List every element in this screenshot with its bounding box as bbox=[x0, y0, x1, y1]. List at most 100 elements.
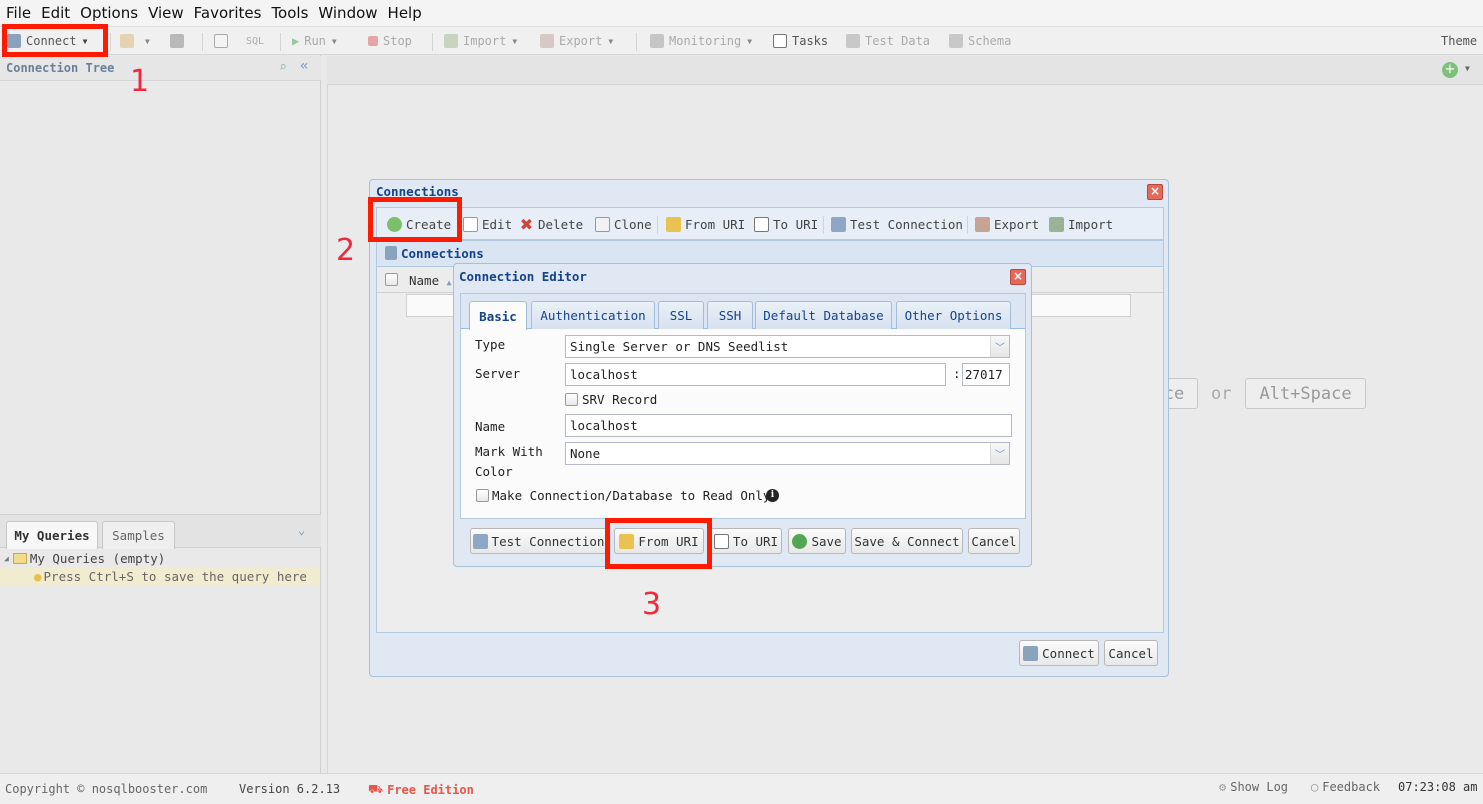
chevron-down-icon: ▼ bbox=[145, 36, 150, 46]
export-icon bbox=[540, 34, 554, 48]
editor-tab-bar: Basic Authentication SSL SSH Default Dat… bbox=[461, 294, 1025, 330]
log-icon: ⚙ bbox=[1219, 780, 1227, 794]
to-uri-button[interactable]: To URI bbox=[754, 215, 818, 233]
search-icon[interactable]: ⌕ bbox=[279, 60, 287, 75]
checkmark-icon bbox=[792, 533, 808, 549]
menu-tools[interactable]: Tools bbox=[271, 4, 308, 22]
tab-default-database-label: Default Database bbox=[763, 308, 884, 323]
port-input[interactable]: 27017 bbox=[962, 363, 1010, 386]
chevron-down-icon: ▼ bbox=[608, 36, 614, 46]
shortcut-key-alt-space: Alt+Space bbox=[1245, 378, 1366, 409]
tasks-label: Tasks bbox=[792, 34, 829, 48]
export-label: Export bbox=[994, 216, 1040, 232]
save-button[interactable]: Save bbox=[788, 528, 846, 554]
menu-options[interactable]: Options bbox=[80, 4, 138, 22]
type-select-value: Single Server or DNS Seedlist bbox=[570, 339, 789, 354]
tab-samples[interactable]: Samples bbox=[102, 521, 175, 549]
menu-help[interactable]: Help bbox=[388, 4, 422, 22]
test-data-label: Test Data bbox=[865, 34, 931, 48]
close-icon[interactable]: × bbox=[1147, 184, 1163, 200]
connect-label: Connect bbox=[1042, 645, 1095, 661]
cancel-button[interactable]: Cancel bbox=[968, 528, 1020, 554]
chevron-down-icon[interactable]: ▼ bbox=[1465, 64, 1470, 73]
tab-basic[interactable]: Basic bbox=[469, 301, 527, 330]
clone-button[interactable]: Clone bbox=[595, 215, 652, 233]
expand-down-icon[interactable]: ⌄ bbox=[298, 523, 305, 537]
read-only-label: Make Connection/Database to Read Only bbox=[492, 488, 771, 503]
tab-ssh[interactable]: SSH bbox=[707, 301, 753, 329]
collapse-left-icon[interactable]: « bbox=[300, 58, 308, 74]
show-log-button[interactable]: ⚙ Show Log bbox=[1219, 780, 1288, 794]
menu-file[interactable]: File bbox=[6, 4, 31, 22]
menu-favorites[interactable]: Favorites bbox=[194, 4, 262, 22]
schema-button[interactable]: Schema bbox=[949, 32, 1011, 50]
chevron-down-icon: ▼ bbox=[331, 36, 337, 46]
tab-default-database[interactable]: Default Database bbox=[755, 301, 892, 329]
stop-label: Stop bbox=[383, 34, 412, 48]
close-icon[interactable]: × bbox=[1010, 269, 1026, 285]
srv-record-label: SRV Record bbox=[582, 392, 658, 407]
menu-window[interactable]: Window bbox=[318, 4, 377, 22]
type-select[interactable]: Single Server or DNS Seedlist ﹀ bbox=[565, 335, 1010, 358]
menu-bar: File Edit Options View Favorites Tools W… bbox=[0, 0, 1483, 26]
server-input[interactable]: localhost bbox=[565, 363, 946, 386]
test-connection-icon bbox=[472, 533, 488, 549]
column-name-header[interactable]: Name ▲ bbox=[409, 273, 451, 288]
save-icon bbox=[170, 34, 184, 48]
run-button[interactable]: ▶ Run ▼ bbox=[292, 32, 337, 50]
feedback-button[interactable]: ◯ Feedback bbox=[1311, 780, 1380, 794]
export-button[interactable]: Export ▼ bbox=[540, 32, 613, 50]
edit-button[interactable]: Edit bbox=[463, 215, 512, 233]
theme-button[interactable]: Theme bbox=[1441, 32, 1477, 50]
info-icon[interactable]: i bbox=[766, 489, 779, 502]
from-uri-button[interactable]: From URI bbox=[666, 215, 745, 233]
connect-button[interactable]: Connect bbox=[1019, 640, 1099, 666]
monitoring-button[interactable]: Monitoring ▼ bbox=[650, 32, 752, 50]
test-data-button[interactable]: Test Data bbox=[846, 32, 930, 50]
stop-button[interactable]: Stop bbox=[368, 32, 412, 50]
toolbar-separator bbox=[657, 216, 658, 234]
tree-node-my-queries[interactable]: ◢ My Queries (empty) bbox=[4, 549, 165, 567]
menu-edit[interactable]: Edit bbox=[41, 4, 70, 22]
monitoring-label: Monitoring bbox=[669, 34, 742, 48]
menu-view[interactable]: View bbox=[148, 4, 184, 22]
toolbar-separator bbox=[967, 216, 968, 234]
tasks-button[interactable]: Tasks bbox=[773, 32, 828, 50]
tab-authentication[interactable]: Authentication bbox=[531, 301, 655, 329]
tab-ssl[interactable]: SSL bbox=[658, 301, 704, 329]
sql-button[interactable]: SQL bbox=[246, 32, 264, 50]
delete-button[interactable]: ✖ Delete bbox=[519, 215, 583, 233]
test-connection-button[interactable]: Test Connection bbox=[831, 215, 963, 233]
tab-my-queries[interactable]: My Queries bbox=[6, 521, 98, 549]
srv-record-checkbox[interactable] bbox=[565, 393, 578, 406]
test-connection-button[interactable]: Test Connection bbox=[470, 528, 607, 554]
save-connect-button[interactable]: Save & Connect bbox=[851, 528, 963, 554]
tab-other-options[interactable]: Other Options bbox=[896, 301, 1011, 329]
sort-asc-icon: ▲ bbox=[446, 278, 452, 287]
terminal-button[interactable] bbox=[214, 32, 233, 50]
open-shell-button[interactable]: ▼ bbox=[120, 32, 150, 50]
to-uri-label: To URI bbox=[773, 216, 819, 232]
terminal-icon bbox=[214, 34, 228, 48]
chevron-down-icon: ﹀ bbox=[990, 443, 1009, 464]
import-connections-button[interactable]: Import bbox=[1049, 215, 1113, 233]
cancel-button[interactable]: Cancel bbox=[1104, 640, 1158, 666]
select-all-checkbox[interactable] bbox=[385, 273, 398, 286]
toolbar-separator bbox=[110, 33, 111, 51]
tab-my-queries-label: My Queries bbox=[14, 528, 90, 543]
save-button[interactable] bbox=[170, 32, 189, 50]
test-connection-label: Test Connection bbox=[850, 216, 963, 232]
export-connections-button[interactable]: Export bbox=[975, 215, 1039, 233]
export-label: Export bbox=[559, 34, 603, 48]
read-only-checkbox[interactable] bbox=[476, 489, 489, 502]
connection-editor-body: Basic Authentication SSL SSH Default Dat… bbox=[460, 293, 1026, 519]
import-button[interactable]: Import ▼ bbox=[444, 32, 517, 50]
play-icon: ▶ bbox=[292, 34, 300, 48]
mark-color-select[interactable]: None ﹀ bbox=[565, 442, 1010, 465]
to-uri-button[interactable]: To URI bbox=[710, 528, 782, 554]
edition-badge[interactable]: ⛟ Free Edition bbox=[368, 782, 474, 798]
connection-editor-window: Connection Editor × Basic Authentication… bbox=[453, 263, 1032, 567]
name-input[interactable]: localhost bbox=[565, 414, 1012, 437]
shortcut-key-alt-space-label: Alt+Space bbox=[1259, 383, 1352, 404]
add-tab-icon[interactable]: + bbox=[1442, 62, 1458, 78]
